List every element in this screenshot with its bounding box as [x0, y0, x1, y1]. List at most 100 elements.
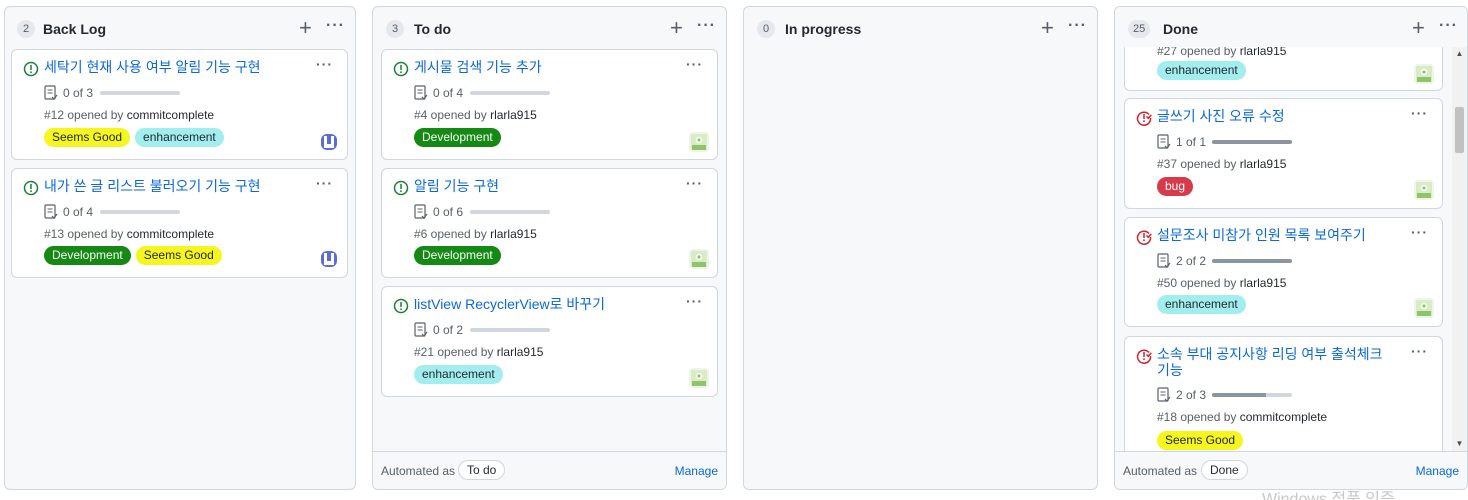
issue-number: #6 opened by — [414, 227, 491, 241]
label-list: Seems Good enhancement — [44, 128, 224, 147]
column-menu-icon[interactable]: ··· — [697, 16, 716, 36]
issue-number: #50 opened by — [1157, 276, 1240, 290]
vertical-scrollbar[interactable]: ▲ ▼ — [1452, 47, 1467, 451]
project-board: 2 Back Log + ··· 세탁기 현재 사용 여부 알림 기능 구현 ·… — [0, 0, 1468, 500]
issue-card[interactable]: 글쓰기 사진 오류 수정 ··· 1 of 1 #37 opened by rl… — [1124, 98, 1443, 209]
task-progress-text: 0 of 6 — [433, 205, 464, 219]
label-bug[interactable]: bug — [1157, 177, 1194, 196]
commitcomplete-avatar[interactable] — [319, 132, 339, 152]
issue-title[interactable]: 알림 기능 구현 — [414, 178, 499, 195]
issue-card[interactable]: 세탁기 현재 사용 여부 알림 기능 구현 ··· 0 of 3 #12 ope… — [11, 49, 348, 160]
label-list: enhancement — [1157, 295, 1246, 314]
issue-meta: #13 opened by commitcomplete — [44, 227, 214, 241]
scroll-up-icon[interactable]: ▲ — [1452, 47, 1467, 61]
automation-label: Automated as — [1123, 464, 1198, 478]
label-list: Seems Good — [1157, 431, 1244, 450]
automation-preset: To do — [458, 460, 506, 480]
tasklist-icon — [1157, 253, 1171, 268]
issue-title-line-2[interactable]: 기능 — [1157, 362, 1183, 379]
issue-title[interactable]: 글쓰기 사진 오류 수정 — [1157, 108, 1285, 125]
tasklist-icon — [1157, 387, 1171, 402]
card-menu-icon[interactable]: ··· — [686, 293, 703, 309]
closed-issue-icon — [1136, 230, 1152, 245]
issue-title[interactable]: 게시물 검색 기능 추가 — [414, 59, 542, 76]
issue-card[interactable]: 소속 부대 공지사항 리딩 여부 출석체크 기능 ··· 2 of 3 #18 … — [1124, 336, 1443, 461]
rlarla915-avatar[interactable] — [1414, 298, 1434, 318]
rlarla915-avatar[interactable] — [1414, 64, 1434, 84]
task-progress-fill — [1212, 393, 1266, 397]
column-title: In progress — [785, 21, 862, 37]
card-menu-icon[interactable]: ··· — [686, 175, 703, 191]
issue-card[interactable]: 내가 쓴 글 리스트 불러오기 기능 구현 ··· 0 of 4 #13 ope… — [11, 168, 348, 278]
label-enhancement[interactable]: enhancement — [135, 128, 224, 147]
add-card-icon[interactable]: + — [299, 17, 312, 39]
issue-author[interactable]: rlarla915 — [497, 345, 544, 359]
column-header: 2 Back Log + ··· — [5, 7, 355, 47]
card-menu-icon[interactable]: ··· — [686, 56, 703, 72]
manage-automation-link[interactable]: Manage — [1416, 464, 1459, 478]
column-count-badge: 2 — [17, 20, 35, 38]
issue-author[interactable]: rlarla915 — [1240, 157, 1287, 171]
task-progress-bar — [100, 210, 180, 214]
column-menu-icon[interactable]: ··· — [1439, 16, 1458, 36]
issue-title[interactable]: 세탁기 현재 사용 여부 알림 기능 구현 — [44, 59, 261, 76]
rlarla915-avatar[interactable] — [689, 368, 709, 388]
rlarla915-avatar[interactable] — [1414, 180, 1434, 200]
rlarla915-avatar[interactable] — [689, 249, 709, 269]
issue-author[interactable]: rlarla915 — [490, 108, 537, 122]
label-seems-good[interactable]: Seems Good — [1157, 431, 1244, 450]
label-list: Development Seems Good — [44, 246, 222, 265]
issue-title[interactable]: 소속 부대 공지사항 리딩 여부 출석체크 — [1157, 346, 1383, 363]
issue-card[interactable]: 설문조사 미참가 인원 목록 보여주기 ··· 2 of 2 #50 opene… — [1124, 217, 1443, 327]
manage-automation-link[interactable]: Manage — [675, 464, 718, 478]
issue-author[interactable]: commitcomplete — [127, 108, 214, 122]
issue-title[interactable]: listView RecyclerView로 바꾸기 — [414, 296, 605, 313]
label-enhancement[interactable]: enhancement — [1157, 295, 1246, 314]
scroll-down-icon[interactable]: ▼ — [1452, 437, 1467, 451]
task-progress-bar — [470, 91, 550, 95]
tasklist-icon — [414, 204, 428, 219]
issue-number: #12 opened by — [44, 108, 127, 122]
issue-title[interactable]: 내가 쓴 글 리스트 불러오기 기능 구현 — [44, 178, 261, 195]
label-development[interactable]: Development — [414, 128, 501, 147]
column-menu-icon[interactable]: ··· — [1068, 16, 1087, 36]
card-menu-icon[interactable]: ··· — [1411, 224, 1428, 240]
task-progress-bar — [1212, 140, 1292, 144]
task-progress-bar — [100, 91, 180, 95]
rlarla915-avatar[interactable] — [689, 132, 709, 152]
card-menu-icon[interactable]: ··· — [316, 175, 333, 191]
card-menu-icon[interactable]: ··· — [1411, 343, 1428, 359]
issue-author[interactable]: rlarla915 — [490, 227, 537, 241]
issue-card[interactable]: 알림 기능 구현 ··· 0 of 6 #6 opened by rlarla9… — [381, 168, 718, 278]
issue-author[interactable]: commitcomplete — [1240, 410, 1327, 424]
task-progress-fill — [1212, 259, 1292, 263]
issue-author[interactable]: commitcomplete — [127, 227, 214, 241]
label-development[interactable]: Development — [44, 246, 131, 265]
column-menu-icon[interactable]: ··· — [326, 16, 345, 36]
add-card-icon[interactable]: + — [1412, 17, 1425, 39]
card-menu-icon[interactable]: ··· — [316, 56, 333, 72]
task-progress-text: 1 of 1 — [1176, 135, 1207, 149]
commitcomplete-avatar[interactable] — [319, 249, 339, 269]
issue-card[interactable]: listView RecyclerView로 바꾸기 ··· 0 of 2 #2… — [381, 286, 718, 397]
issue-number: #13 opened by — [44, 227, 127, 241]
issue-card[interactable]: 게시물 검색 기능 추가 ··· 0 of 4 #4 opened by rla… — [381, 49, 718, 160]
scrollbar-thumb[interactable] — [1455, 107, 1464, 153]
issue-author[interactable]: rlarla915 — [1240, 276, 1287, 290]
open-issue-icon — [393, 180, 409, 196]
issue-meta: #18 opened by commitcomplete — [1157, 410, 1327, 424]
column-header: 0 In progress + ··· — [744, 7, 1097, 47]
automation-preset: Done — [1201, 460, 1248, 480]
issue-title[interactable]: 설문조사 미참가 인원 목록 보여주기 — [1157, 227, 1366, 244]
label-seems-good[interactable]: Seems Good — [135, 246, 222, 265]
add-card-icon[interactable]: + — [1041, 17, 1054, 39]
tasklist-icon — [414, 85, 428, 100]
card-menu-icon[interactable]: ··· — [1411, 105, 1428, 121]
label-seems-good[interactable]: Seems Good — [44, 128, 131, 147]
add-card-icon[interactable]: + — [670, 17, 683, 39]
tasklist-icon — [1157, 134, 1171, 149]
closed-issue-icon — [1136, 349, 1152, 364]
label-enhancement[interactable]: enhancement — [414, 365, 503, 384]
label-development[interactable]: Development — [414, 246, 501, 265]
label-enhancement[interactable]: enhancement — [1157, 61, 1246, 80]
